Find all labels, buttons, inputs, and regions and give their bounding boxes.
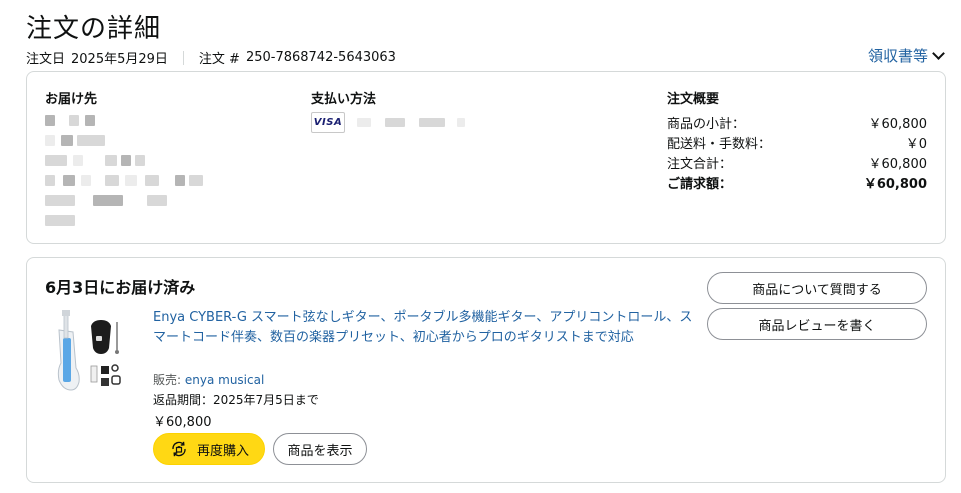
page-title: 注文の詳細: [26, 14, 162, 44]
product-title-link[interactable]: Enya CYBER-G スマート弦なしギター、ポータブル多機能ギター、アプリコ…: [153, 308, 693, 348]
receipt-dropdown[interactable]: 領収書等: [868, 45, 945, 66]
seller-info: 販売: enya musical: [153, 371, 264, 388]
summary-label: 注文合計：: [667, 157, 733, 172]
summary-label: 商品の小計：: [667, 117, 746, 132]
shipping-heading: お届け先: [45, 92, 98, 107]
write-review-button[interactable]: 商品レビューを書く: [707, 308, 927, 340]
order-summary: 商品の小計： ￥60,800 配送料・手数料： ￥0 注文合計： ￥60,800…: [667, 115, 927, 195]
ask-question-label: 商品について質問する: [752, 282, 882, 298]
delivery-status: 6月3日にお届け済み: [45, 278, 196, 297]
summary-heading: 注文概要: [667, 92, 720, 107]
receipt-link-label[interactable]: 領収書等: [868, 45, 928, 66]
billed-amount-row: ご請求額： ￥60,800: [667, 175, 927, 195]
chevron-down-icon: [932, 46, 945, 60]
order-number-label: 注文 #: [198, 52, 240, 67]
order-info-card: お届け先 支払い方法 VISA 注文概要 商品の小計： ￥60,800 配送料・…: [26, 71, 946, 244]
return-window: 返品期間：2025年7月5日まで: [153, 393, 319, 407]
ask-question-button[interactable]: 商品について質問する: [707, 272, 927, 304]
item-price: ￥60,800: [153, 415, 212, 430]
write-review-label: 商品レビューを書く: [758, 318, 876, 334]
view-item-button[interactable]: 商品を表示: [273, 433, 367, 465]
seller-link[interactable]: enya musical: [185, 373, 264, 387]
view-item-label: 商品を表示: [287, 443, 353, 459]
payment-heading: 支払い方法: [311, 92, 377, 107]
summary-value: ￥60,800: [863, 177, 927, 192]
meta-divider: [182, 50, 184, 65]
order-date-value: 2025年5月29日: [71, 52, 168, 67]
buy-again-label: 再度購入: [196, 443, 249, 459]
summary-label: 配送料・手数料：: [667, 137, 772, 152]
shipment-card: 6月3日にお届け済み Enya CYBER-G スマート弦なしギター、ポータブル…: [26, 257, 946, 483]
order-date-label: 注文日: [26, 52, 66, 67]
product-image[interactable]: [49, 308, 131, 398]
order-meta: 注文日 2025年5月29日 注文 # 250-7868742-5643063: [26, 48, 396, 67]
subtotal-row: 商品の小計： ￥60,800: [667, 115, 927, 135]
seller-label: 販売:: [153, 373, 182, 387]
summary-value: ￥0: [905, 137, 927, 152]
shipping-fee-row: 配送料・手数料： ￥0: [667, 135, 927, 155]
summary-value: ￥60,800: [868, 157, 928, 172]
visa-card-icon: VISA: [311, 112, 345, 133]
order-total-row: 注文合計： ￥60,800: [667, 155, 927, 175]
order-number-value: 250-7868742-5643063: [245, 50, 396, 65]
buy-again-icon: [172, 441, 186, 457]
summary-label: ご請求額：: [667, 177, 733, 192]
summary-value: ￥60,800: [868, 117, 928, 132]
buy-again-button[interactable]: 再度購入: [153, 433, 265, 465]
